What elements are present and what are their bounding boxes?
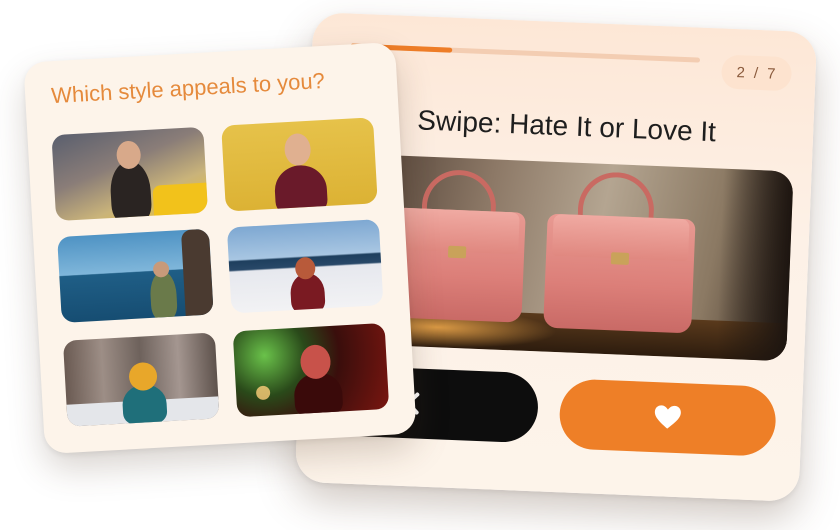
love-button[interactable] (558, 378, 777, 457)
style-option-neon[interactable] (232, 322, 390, 418)
style-option-yellow-wall[interactable] (221, 117, 378, 212)
handbag-right (543, 213, 696, 334)
step-counter: 2 / 7 (720, 54, 793, 92)
style-option-city[interactable] (51, 126, 209, 222)
style-question: Which style appeals to you? (50, 67, 326, 109)
step-total: 7 (766, 64, 777, 83)
style-picker-card: Which style appeals to you? (23, 41, 417, 455)
style-option-forest[interactable] (62, 332, 220, 427)
step-separator: / (753, 64, 760, 82)
heart-icon (653, 404, 682, 431)
style-option-seaside[interactable] (57, 228, 214, 323)
style-option-snow-beach[interactable] (226, 219, 384, 314)
product-photo (346, 153, 794, 362)
progress-bar (350, 43, 701, 63)
swipe-title: Swipe: Hate It or Love It (416, 104, 717, 148)
step-current: 2 (736, 63, 747, 81)
